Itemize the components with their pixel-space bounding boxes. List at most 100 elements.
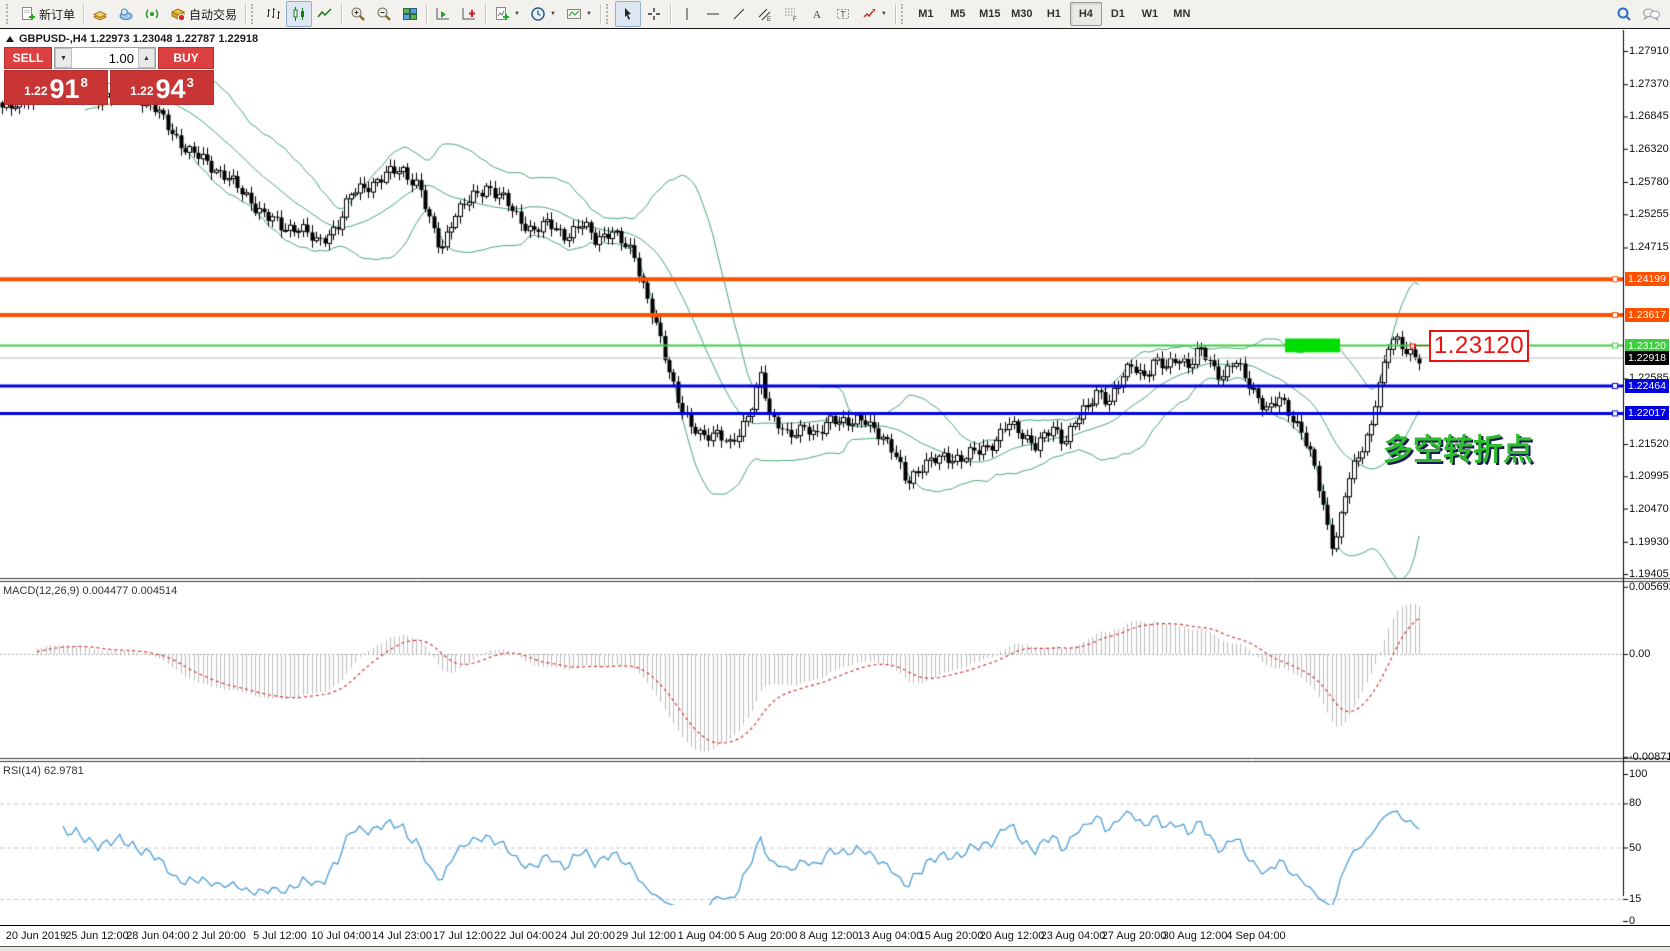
time-tick-label: 5 Jul 12:00 [253, 930, 307, 942]
volume-increase-button[interactable]: ▲ [138, 48, 155, 68]
market-history-button[interactable] [87, 1, 113, 27]
price-level-chip: 1.22918 [1625, 351, 1669, 365]
collapse-triangle-icon[interactable] [6, 36, 14, 42]
text-label-button[interactable]: T [830, 1, 856, 27]
community-button[interactable] [113, 1, 139, 27]
auto-scroll-button[interactable] [430, 1, 456, 27]
timeframe-button-w1[interactable]: W1 [1134, 2, 1166, 26]
buy-price-button[interactable]: 1.22 94 3 [110, 70, 214, 105]
timeframe-button-m5[interactable]: M5 [942, 2, 974, 26]
volume-input[interactable]: 1.00 [72, 48, 138, 68]
cloud-icon [118, 6, 134, 22]
time-tick-label: 10 Jul 04:00 [311, 930, 371, 942]
sell-price-button[interactable]: 1.22 91 8 [4, 70, 108, 105]
crosshair-icon [646, 6, 662, 22]
svg-text:E: E [767, 17, 771, 22]
timeframe-button-mn[interactable]: MN [1166, 2, 1198, 26]
dropdown-caret-icon[interactable]: ▼ [881, 11, 887, 17]
price-tick-label: 1.25255 [1629, 208, 1669, 220]
fibonacci-button[interactable]: F [778, 1, 804, 27]
price-tick-label: 1.21520 [1629, 438, 1669, 450]
price-tick-label: 1.27910 [1629, 45, 1669, 57]
indicators-button[interactable]: ▼ [489, 1, 525, 27]
time-axis[interactable]: 20 Jun 201925 Jun 12:0028 Jun 04:002 Jul… [0, 925, 1670, 947]
timeframe-button-m15[interactable]: M15 [974, 2, 1006, 26]
zoom-in-button[interactable] [345, 1, 371, 27]
arrows-icon [861, 6, 877, 22]
window-bottom-edge [0, 946, 1670, 951]
chart-canvas[interactable] [0, 29, 1670, 951]
time-tick-label: 4 Sep 04:00 [1226, 930, 1285, 942]
toolbar-drag-handle [606, 4, 613, 24]
line-chart-icon [317, 6, 333, 22]
time-tick-label: 24 Jul 20:00 [555, 930, 615, 942]
cursor-button[interactable] [615, 1, 641, 27]
sell-price-big: 91 [50, 76, 80, 102]
dropdown-caret-icon[interactable]: ▼ [514, 11, 520, 17]
toolbar-separator [426, 4, 427, 24]
main-toolbar: 新订单 自动交易 ▼ ▼ ▼ E F A T ▼ M1M5M15M30H1H4D1W1MN [0, 0, 1670, 29]
price-tick-label: 1.27370 [1629, 78, 1669, 90]
zoom-out-button[interactable] [371, 1, 397, 27]
bar-chart-button[interactable] [260, 1, 286, 27]
text-button[interactable]: A [804, 1, 830, 27]
tile-windows-icon [402, 6, 418, 22]
crosshair-button[interactable] [641, 1, 667, 27]
signals-button[interactable] [139, 1, 165, 27]
buy-button[interactable]: BUY [158, 47, 214, 69]
price-tick-label: 80 [1629, 797, 1641, 809]
timeframe-button-m1[interactable]: M1 [910, 2, 942, 26]
timeframe-button-h1[interactable]: H1 [1038, 2, 1070, 26]
svg-text:T: T [840, 10, 845, 19]
toolbar-drag-handle [6, 4, 13, 24]
dropdown-caret-icon[interactable]: ▼ [586, 11, 592, 17]
pivot-note-text[interactable]: 多空转折点 [1383, 425, 1533, 469]
autotrade-icon [170, 6, 186, 22]
price-target-label[interactable]: 1.23120 [1429, 330, 1529, 362]
vertical-line-icon [679, 6, 695, 22]
timeframe-button-m30[interactable]: M30 [1006, 2, 1038, 26]
vertical-line-button[interactable] [674, 1, 700, 27]
auto-trading-button[interactable]: 自动交易 [165, 1, 242, 27]
time-tick-label: 15 Aug 20:00 [919, 930, 984, 942]
price-tick-label: 1.19405 [1629, 568, 1669, 580]
time-tick-label: 2 Jul 20:00 [192, 930, 246, 942]
equidistant-channel-button[interactable]: E [752, 1, 778, 27]
svg-text:F: F [793, 17, 797, 22]
toolbar-separator [245, 4, 246, 24]
sell-button[interactable]: SELL [4, 47, 52, 69]
timeframe-button-h4[interactable]: H4 [1070, 2, 1102, 26]
periods-button[interactable]: ▼ [525, 1, 561, 27]
time-tick-label: 30 Aug 12:00 [1163, 930, 1228, 942]
price-tick-label: -0.008717 [1629, 751, 1670, 763]
sell-price-pip: 8 [81, 75, 88, 90]
trendline-icon [731, 6, 747, 22]
chat-icon [1642, 6, 1661, 22]
chart-title: GBPUSD-,H4 1.22973 1.23048 1.22787 1.229… [6, 33, 258, 45]
one-click-trading-panel: SELL ▼ 1.00 ▲ BUY 1.22 91 8 1.22 94 3 [4, 47, 214, 105]
candlestick-chart-button[interactable] [286, 1, 312, 27]
new-order-button[interactable]: 新订单 [15, 1, 80, 27]
auto-scroll-icon [435, 6, 451, 22]
price-tick-label: 1.20995 [1629, 470, 1669, 482]
tile-windows-button[interactable] [397, 1, 423, 27]
toolbar-separator [895, 4, 896, 24]
templates-button[interactable]: ▼ [561, 1, 597, 27]
time-tick-label: 5 Aug 20:00 [739, 930, 798, 942]
volume-decrease-button[interactable]: ▼ [55, 48, 72, 68]
horizontal-line-button[interactable] [700, 1, 726, 27]
chart-shift-icon [461, 6, 477, 22]
chart-shift-button[interactable] [456, 1, 482, 27]
timeframe-button-d1[interactable]: D1 [1102, 2, 1134, 26]
chat-button[interactable] [1637, 1, 1666, 27]
zoom-in-icon [350, 6, 366, 22]
price-tick-label: 1.25780 [1629, 176, 1669, 188]
price-level-chip: 1.22017 [1625, 406, 1669, 420]
search-button[interactable] [1611, 1, 1637, 27]
dropdown-caret-icon[interactable]: ▼ [550, 11, 556, 17]
time-tick-label: 29 Jul 12:00 [616, 930, 676, 942]
mt4-window: 新订单 自动交易 ▼ ▼ ▼ E F A T ▼ M1M5M15M30H1H4D1W1MN GBPU… [0, 0, 1670, 951]
arrows-button[interactable]: ▼ [856, 1, 892, 27]
line-chart-button[interactable] [312, 1, 338, 27]
trendline-button[interactable] [726, 1, 752, 27]
